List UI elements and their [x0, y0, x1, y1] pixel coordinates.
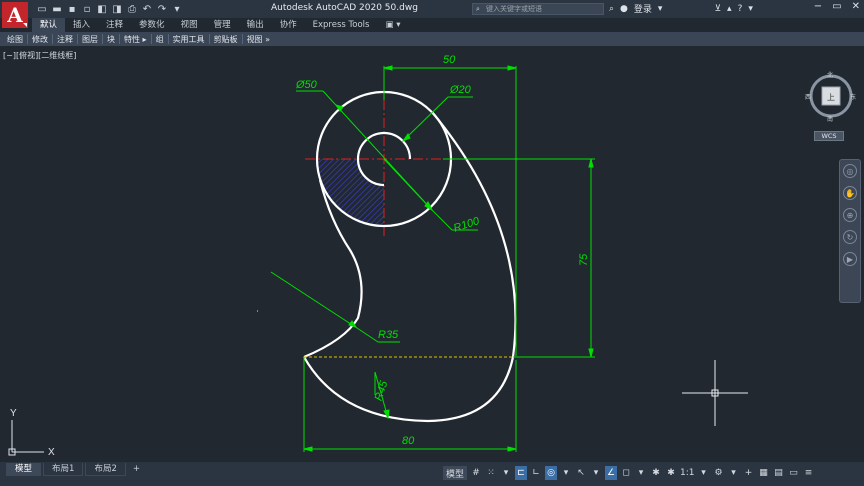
model-space-button[interactable]: 模型: [443, 466, 468, 480]
navigation-bar: ◎ ✋ ⊕ ↻ ▶: [839, 159, 861, 303]
layout-tab[interactable]: 布局1: [43, 463, 84, 476]
object-snap-dropdown-icon[interactable]: ▾: [635, 466, 647, 480]
autocad-logo[interactable]: A: [2, 2, 28, 28]
arc-r100: [431, 111, 517, 358]
isodraft-icon[interactable]: ↖: [575, 466, 587, 480]
object-snap-tracking-icon[interactable]: ∠: [605, 466, 618, 480]
viewcube-west[interactable]: 西: [805, 94, 811, 101]
annotation-scale[interactable]: 1:1: [680, 466, 694, 480]
auto-scale-icon[interactable]: ✱: [665, 466, 677, 480]
dim-diameter-outer: Ø50: [295, 79, 318, 91]
grid-icon[interactable]: #: [470, 466, 482, 480]
viewcube[interactable]: 北 南 西 东 上: [805, 70, 857, 122]
dim-height-75: 75: [578, 253, 590, 266]
viewcube-east[interactable]: 东: [850, 93, 856, 101]
ucs-x-label: X: [48, 447, 55, 458]
annotation-scale-dropdown-icon[interactable]: ▾: [698, 466, 710, 480]
viewcube-face[interactable]: 上: [827, 93, 835, 102]
workspace-gear-icon[interactable]: ⚙: [713, 466, 725, 480]
snap-mode-icon[interactable]: ⁙: [485, 466, 497, 480]
viewcube-north[interactable]: 北: [827, 71, 833, 79]
dim-radius-35: R35: [378, 329, 399, 341]
workspace-dropdown-icon[interactable]: ▾: [728, 466, 740, 480]
layout-tab[interactable]: 布局2: [85, 463, 126, 476]
crosshair-cursor: [682, 360, 748, 426]
dynamic-input-icon[interactable]: ⊏: [515, 466, 528, 480]
dim-top-width: 50: [443, 54, 456, 66]
annotation-monitor-icon[interactable]: +: [743, 466, 755, 480]
polar-tracking-icon[interactable]: ◎: [545, 466, 558, 480]
arc-r45: [303, 356, 515, 423]
showmotion-icon[interactable]: ▶: [843, 252, 857, 266]
wcs-menu[interactable]: WCS: [814, 131, 844, 141]
dim-bottom-width: 80: [402, 435, 415, 447]
dim-diameter-inner: Ø20: [449, 84, 472, 96]
customization-icon[interactable]: ≡: [803, 466, 815, 480]
layout-tab[interactable]: 模型: [6, 463, 42, 476]
zoom-extents-icon[interactable]: ⊕: [843, 208, 857, 222]
drawing-svg[interactable]: 50 Ø50 Ø20 R100 75 R35 R45 80 Y X: [0, 0, 864, 486]
clean-screen-icon[interactable]: ▭: [788, 466, 800, 480]
pan-icon[interactable]: ✋: [843, 186, 857, 200]
quick-properties-icon[interactable]: ▤: [773, 466, 785, 480]
steering-wheel-icon[interactable]: ◎: [843, 164, 857, 178]
object-snap-icon[interactable]: ◻: [620, 466, 632, 480]
dim-radius-100: R100: [452, 215, 482, 235]
units-icon[interactable]: ▦: [758, 466, 770, 480]
annotation-visibility-icon[interactable]: ✱: [650, 466, 662, 480]
ucs-y-label: Y: [10, 408, 17, 419]
status-bar-tools: 模型 # ⁙ ▾ ⊏ ∟ ◎ ▾ ↖ ▾ ∠ ◻ ▾ ✱ ✱ 1:1 ▾ ⚙ ▾…: [443, 465, 815, 481]
viewcube-south[interactable]: 南: [827, 115, 833, 122]
ortho-icon[interactable]: ∟: [530, 466, 542, 480]
layout-tabs: 模型 布局1 布局2 +: [6, 463, 145, 476]
dimensions: [270, 65, 595, 452]
ucs-icon: [8, 420, 44, 456]
orbit-icon[interactable]: ↻: [843, 230, 857, 244]
polar-dropdown-icon[interactable]: ▾: [560, 466, 572, 480]
add-layout-button[interactable]: +: [128, 463, 145, 476]
snap-dropdown-icon[interactable]: ▾: [500, 466, 512, 480]
isodraft-dropdown-icon[interactable]: ▾: [590, 466, 602, 480]
